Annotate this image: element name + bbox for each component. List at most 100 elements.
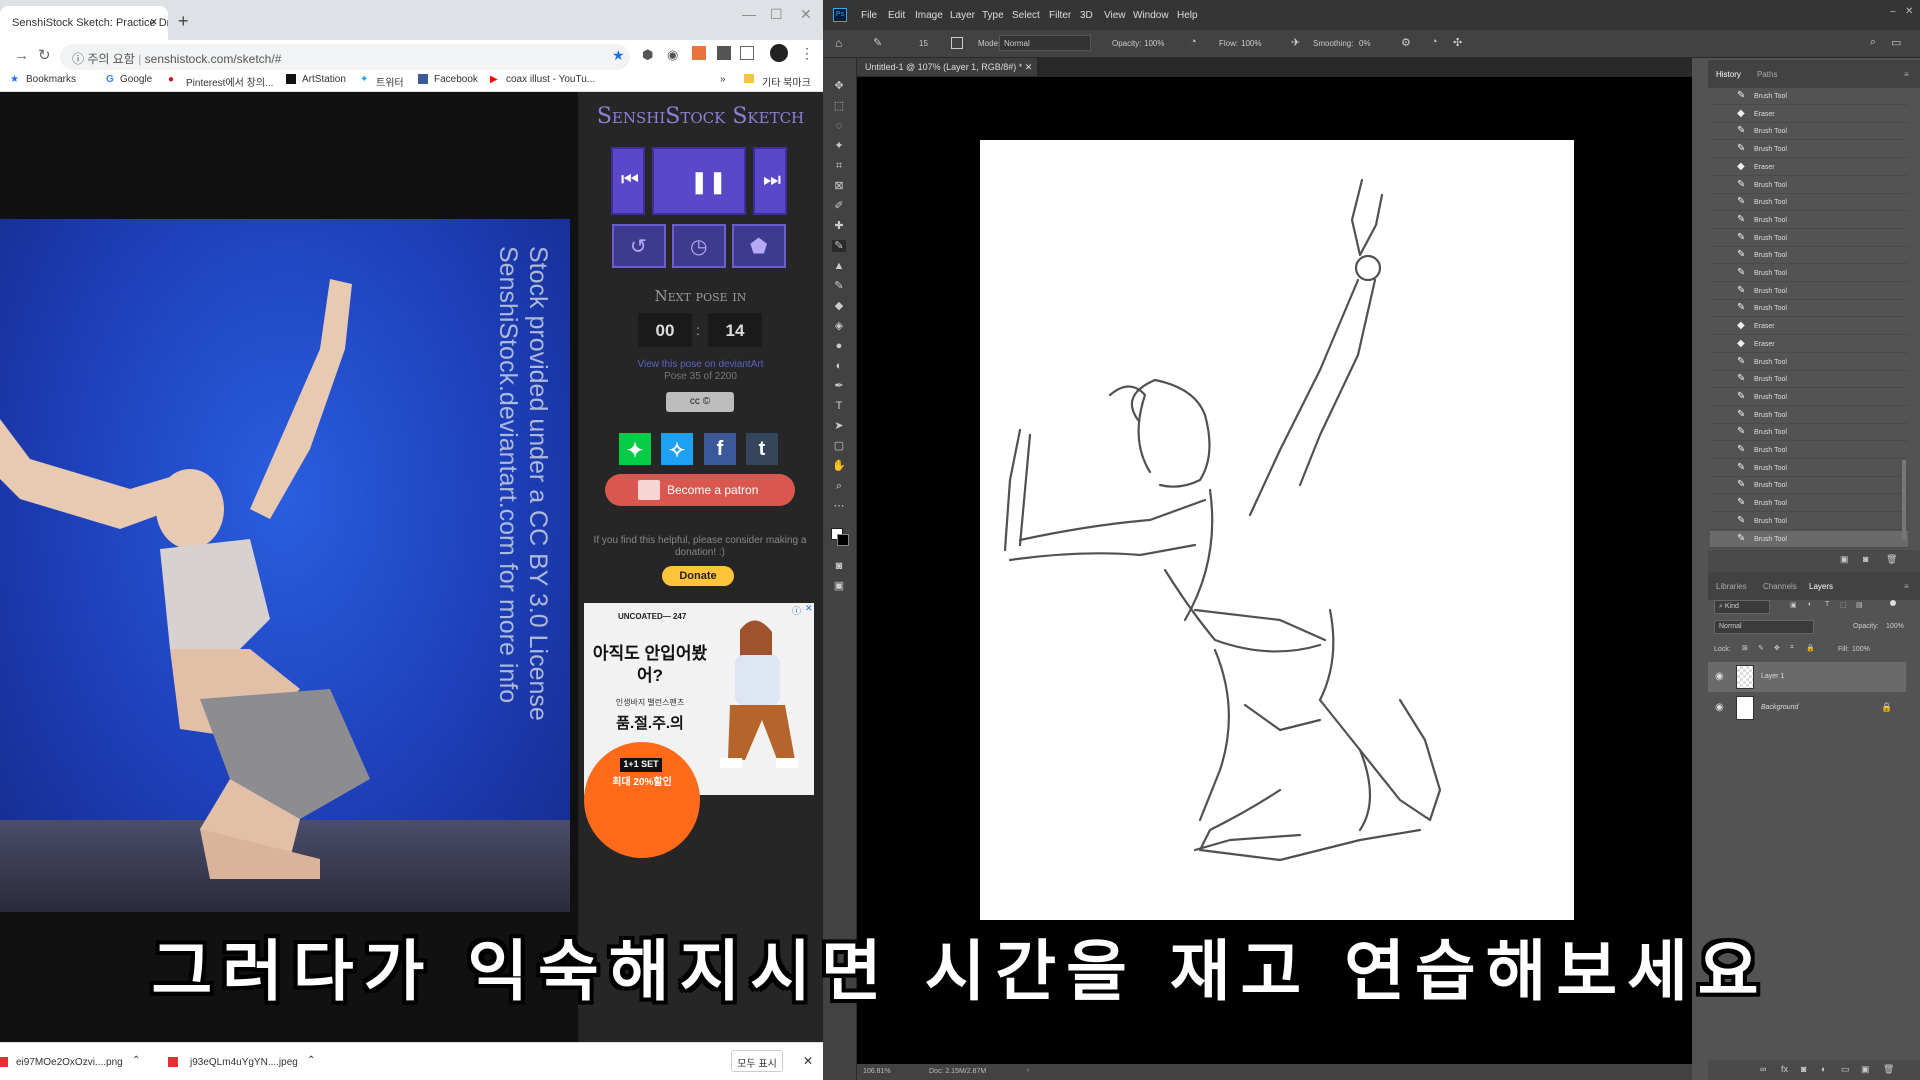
magic-wand-icon[interactable]: ✦: [832, 140, 846, 152]
forward-icon[interactable]: →: [14, 47, 29, 64]
ps-close-button[interactable]: ✕: [1905, 6, 1913, 17]
zoom-level[interactable]: 106.81%: [863, 1068, 891, 1075]
ps-minimize-button[interactable]: –: [1890, 6, 1896, 17]
gear-icon[interactable]: ⚙: [1401, 36, 1411, 49]
document-close-icon[interactable]: ✕: [1025, 62, 1033, 72]
shape-tool-icon[interactable]: ▢: [832, 440, 846, 452]
bookmark-item[interactable]: ArtStation: [302, 74, 346, 85]
profile-avatar[interactable]: [770, 44, 788, 62]
pen-tool-icon[interactable]: ✒: [832, 380, 846, 392]
history-item[interactable]: ◆ Eraser: [1710, 159, 1908, 176]
layer-name[interactable]: Background: [1761, 704, 1798, 711]
brush-tool-icon[interactable]: ✎: [873, 36, 882, 49]
filter-adjust-icon[interactable]: ◐: [1808, 601, 1812, 608]
healing-brush-icon[interactable]: ✚: [832, 220, 846, 232]
history-item[interactable]: ✎ Brush Tool: [1710, 212, 1908, 229]
eyedropper-icon[interactable]: ✐: [832, 200, 846, 212]
filter-type-icon[interactable]: T: [1825, 601, 1829, 608]
extension-icon[interactable]: ⬢: [642, 47, 653, 63]
history-item[interactable]: ✎ Brush Tool: [1710, 300, 1908, 318]
trash-icon[interactable]: 🗑: [1883, 1064, 1894, 1075]
history-item[interactable]: ✎ Brush Tool: [1710, 265, 1908, 282]
stamp-tool-icon[interactable]: ▲: [832, 260, 846, 272]
history-item[interactable]: ✎ Brush Tool: [1710, 88, 1908, 105]
become-patron-button[interactable]: Become a patron: [605, 474, 795, 506]
lock-all-icon[interactable]: 🔒: [1806, 644, 1815, 652]
mask-icon[interactable]: ◙: [1801, 1064, 1806, 1074]
twitter-share-icon[interactable]: ✧: [661, 433, 693, 465]
reload-icon[interactable]: ↻: [38, 46, 51, 64]
lock-artboard-icon[interactable]: ⌗: [1790, 644, 1794, 652]
extension-icon[interactable]: [740, 46, 754, 60]
history-item[interactable]: ✎ Brush Tool: [1710, 495, 1908, 513]
camera-icon[interactable]: ◙: [1863, 554, 1868, 564]
menu-view[interactable]: View: [1104, 10, 1126, 21]
history-item[interactable]: ✎ Brush Tool: [1710, 442, 1908, 459]
layer-opacity-value[interactable]: 100%: [1886, 623, 1904, 630]
bucket-tool-icon[interactable]: ◈: [832, 320, 846, 332]
tags-button[interactable]: ⬟: [732, 224, 786, 268]
close-window-button[interactable]: ✕: [800, 6, 812, 23]
history-item[interactable]: ✎ Brush Tool: [1710, 371, 1908, 389]
fill-value[interactable]: 100%: [1852, 646, 1870, 653]
history-item[interactable]: ✎ Brush Tool: [1710, 460, 1908, 477]
layer-row-selected[interactable]: ◉ Layer 1: [1708, 662, 1906, 692]
document-tab[interactable]: Untitled-1 @ 107% (Layer 1, RGB/8#) * ✕: [857, 58, 1037, 76]
close-downloads-button[interactable]: ✕: [803, 1054, 813, 1068]
bookmark-item[interactable]: Google: [120, 74, 152, 85]
history-item[interactable]: ✎ Brush Tool: [1710, 177, 1908, 194]
quick-mask-icon[interactable]: ◙: [832, 560, 846, 572]
menu-file[interactable]: File: [861, 10, 877, 21]
extension-icon[interactable]: ◉: [667, 47, 678, 63]
photoshop-logo-icon[interactable]: Ps: [833, 8, 847, 22]
tab-libraries[interactable]: Libraries: [1716, 582, 1747, 591]
move-tool-icon[interactable]: ✥: [832, 80, 846, 92]
minimize-button[interactable]: —: [742, 6, 756, 22]
frame-tool-icon[interactable]: ⊠: [832, 180, 846, 192]
bookmark-item[interactable]: Bookmarks: [26, 74, 76, 85]
bookmark-item[interactable]: Facebook: [434, 74, 478, 85]
timer-button[interactable]: ◷: [672, 224, 726, 268]
eraser-tool-icon[interactable]: ◆: [832, 300, 846, 312]
menu-help[interactable]: Help: [1177, 10, 1198, 21]
history-item[interactable]: ✎ Brush Tool: [1710, 407, 1908, 424]
ad-info-icon[interactable]: ⓘ: [792, 604, 801, 617]
adjustment-icon[interactable]: ◐: [1821, 1064, 1826, 1074]
filter-toggle-icon[interactable]: [1890, 600, 1896, 606]
history-item[interactable]: ◆ Eraser: [1710, 318, 1908, 336]
omnibox[interactable]: ⓘ 주의 요함 | senshistock.com/sketch/#: [60, 44, 630, 70]
cc-license-badge[interactable]: cc ©: [666, 392, 734, 412]
bookmark-item[interactable]: Pinterest에서 창의...: [186, 74, 273, 89]
history-item[interactable]: ✎ Brush Tool: [1710, 513, 1908, 530]
bookmark-star-icon[interactable]: ★: [612, 47, 625, 64]
history-item[interactable]: ✎ Brush Tool: [1710, 389, 1908, 406]
chevron-up-icon[interactable]: ⌃: [132, 1055, 140, 1066]
facebook-share-icon[interactable]: f: [704, 433, 736, 465]
screen-mode-icon[interactable]: ▣: [832, 580, 846, 592]
lock-move-icon[interactable]: ✥: [1774, 644, 1780, 652]
history-brush-icon[interactable]: ✎: [832, 280, 846, 292]
download-item[interactable]: j93eQLm4uYgYN....jpeg: [190, 1057, 298, 1068]
blend-mode-select[interactable]: Normal: [1714, 620, 1814, 634]
home-icon[interactable]: ⌂: [835, 36, 842, 50]
layer-name[interactable]: Layer 1: [1761, 673, 1784, 680]
download-item[interactable]: ei97MOe2OxOzvi....png: [16, 1057, 123, 1068]
extension-icon[interactable]: [692, 46, 706, 60]
deviantart-share-icon[interactable]: ✦: [619, 433, 651, 465]
dodge-tool-icon[interactable]: ◐: [832, 360, 846, 372]
history-item[interactable]: ◆ Eraser: [1710, 336, 1908, 353]
history-item[interactable]: ✎ Brush Tool: [1710, 123, 1908, 141]
mode-select[interactable]: Normal: [999, 35, 1091, 51]
group-icon[interactable]: ▭: [1841, 1064, 1850, 1075]
hand-tool-icon[interactable]: ✋: [832, 460, 846, 472]
maximize-button[interactable]: ☐: [770, 6, 783, 23]
pressure-size-icon[interactable]: ◔: [1431, 36, 1438, 48]
layer-row[interactable]: ◉ Background 🔒: [1708, 693, 1906, 723]
tab-layers[interactable]: Layers: [1809, 582, 1833, 591]
zoom-tool-icon[interactable]: ⌕: [832, 480, 846, 492]
tumblr-share-icon[interactable]: t: [746, 433, 778, 465]
menu-3d[interactable]: 3D: [1080, 10, 1093, 21]
ad-close-icon[interactable]: ✕: [805, 603, 813, 614]
smoothing-value[interactable]: 0%: [1359, 39, 1371, 48]
history-item[interactable]: ✎ Brush Tool: [1710, 354, 1908, 371]
